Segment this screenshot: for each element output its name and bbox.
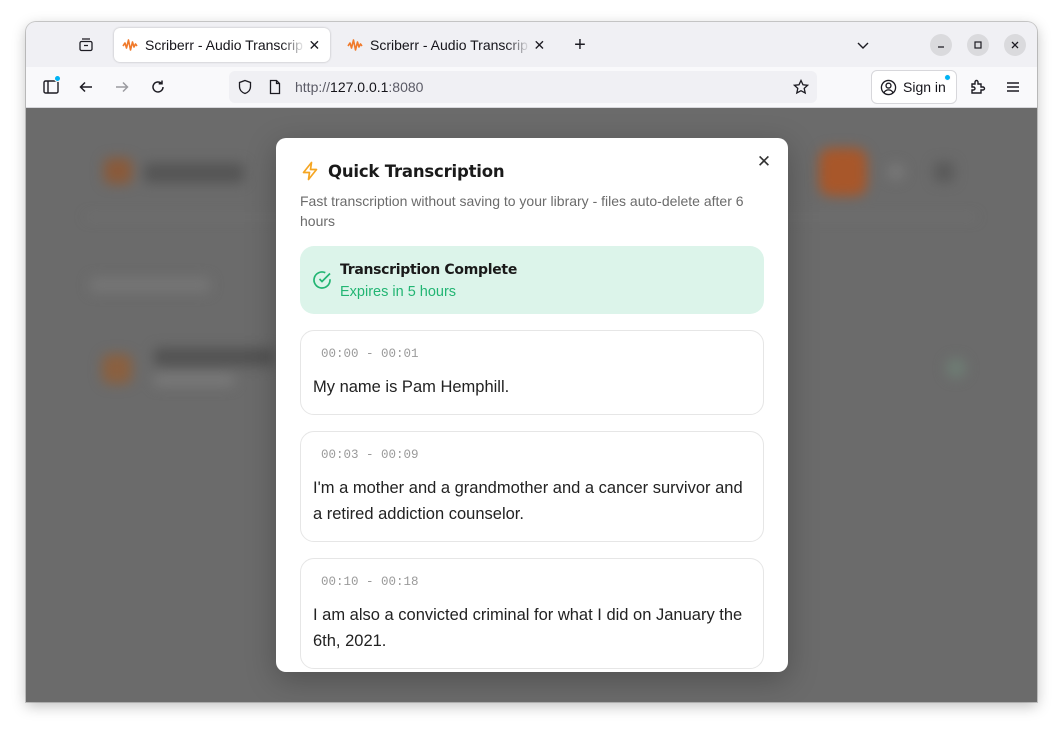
segment-timestamp: 00:03 - 00:09 (321, 448, 419, 462)
tab-scriberr-1[interactable]: Scriberr - Audio Transcrip ✕ (114, 28, 330, 62)
tab-close-icon[interactable]: ✕ (532, 37, 547, 53)
transcript-segment: 00:03 - 00:09 I'm a mother and a grandmo… (300, 431, 764, 542)
star-icon[interactable] (793, 79, 809, 95)
lightning-icon (302, 161, 318, 181)
segment-timestamp: 00:00 - 00:01 (321, 347, 419, 361)
transcript-segment: 00:10 - 00:18 I am also a convicted crim… (300, 558, 764, 669)
navigation-bar: http://127.0.0.1:8080 Sign in (26, 67, 1037, 108)
status-expiry: Expires in 5 hours (340, 284, 457, 300)
dialog-title: Quick Transcription (328, 161, 505, 181)
tab-close-icon[interactable]: ✕ (307, 37, 322, 53)
segment-text: My name is Pam Hemphill. (313, 378, 510, 396)
segment-text: I am also a convicted criminal for what … (313, 606, 743, 650)
page-content: ✕ Quick Transcription Fast transcription… (26, 108, 1037, 702)
url-text: http://127.0.0.1:8080 (295, 79, 424, 95)
plus-icon: + (574, 33, 586, 56)
segment-text: I'm a mother and a grandmother and a can… (313, 479, 743, 523)
transcription-status-banner: Transcription Complete Expires in 5 hour… (300, 246, 764, 314)
url-bar[interactable]: http://127.0.0.1:8080 (229, 71, 817, 103)
check-circle-icon (313, 271, 331, 289)
tab-overview-icon[interactable] (71, 30, 101, 60)
sidebar-icon[interactable] (36, 72, 66, 102)
shield-icon[interactable] (237, 79, 253, 95)
back-icon[interactable] (71, 72, 101, 102)
tab-title: Scriberr - Audio Transcrip (370, 37, 528, 53)
dialog-description: Fast transcription without saving to you… (300, 193, 744, 229)
scriberr-favicon-icon (122, 39, 138, 51)
sign-in-label: Sign in (903, 79, 946, 95)
transcript-segments: 00:00 - 00:01 My name is Pam Hemphill. 0… (300, 330, 764, 672)
close-icon[interactable] (1004, 34, 1026, 56)
signin-notification-dot (944, 74, 951, 81)
maximize-icon[interactable] (967, 34, 989, 56)
notification-dot (54, 75, 61, 82)
tab-strip: Scriberr - Audio Transcrip ✕ Scriberr - … (26, 22, 1037, 67)
page-icon[interactable] (267, 79, 283, 95)
forward-icon[interactable] (107, 72, 137, 102)
browser-window: Scriberr - Audio Transcrip ✕ Scriberr - … (26, 22, 1037, 702)
close-x-icon: ✕ (756, 152, 772, 171)
dialog-header: Quick Transcription (300, 161, 505, 181)
minimize-icon[interactable] (930, 34, 952, 56)
menu-icon[interactable] (998, 72, 1028, 102)
reload-icon[interactable] (143, 72, 173, 102)
dialog-close-button[interactable]: ✕ (754, 152, 774, 172)
status-title: Transcription Complete (340, 262, 518, 278)
tab-scriberr-2[interactable]: Scriberr - Audio Transcrip ✕ (339, 28, 555, 62)
extensions-icon[interactable] (963, 72, 993, 102)
segment-timestamp: 00:10 - 00:18 (321, 575, 419, 589)
account-icon (880, 79, 897, 95)
scriberr-favicon-icon (347, 39, 363, 51)
quick-transcription-dialog: ✕ Quick Transcription Fast transcription… (276, 138, 788, 672)
new-tab-button[interactable]: + (565, 30, 595, 60)
tab-list-chevron-icon[interactable] (848, 30, 878, 60)
transcript-segment: 00:00 - 00:01 My name is Pam Hemphill. (300, 330, 764, 415)
tab-title: Scriberr - Audio Transcrip (145, 37, 303, 53)
